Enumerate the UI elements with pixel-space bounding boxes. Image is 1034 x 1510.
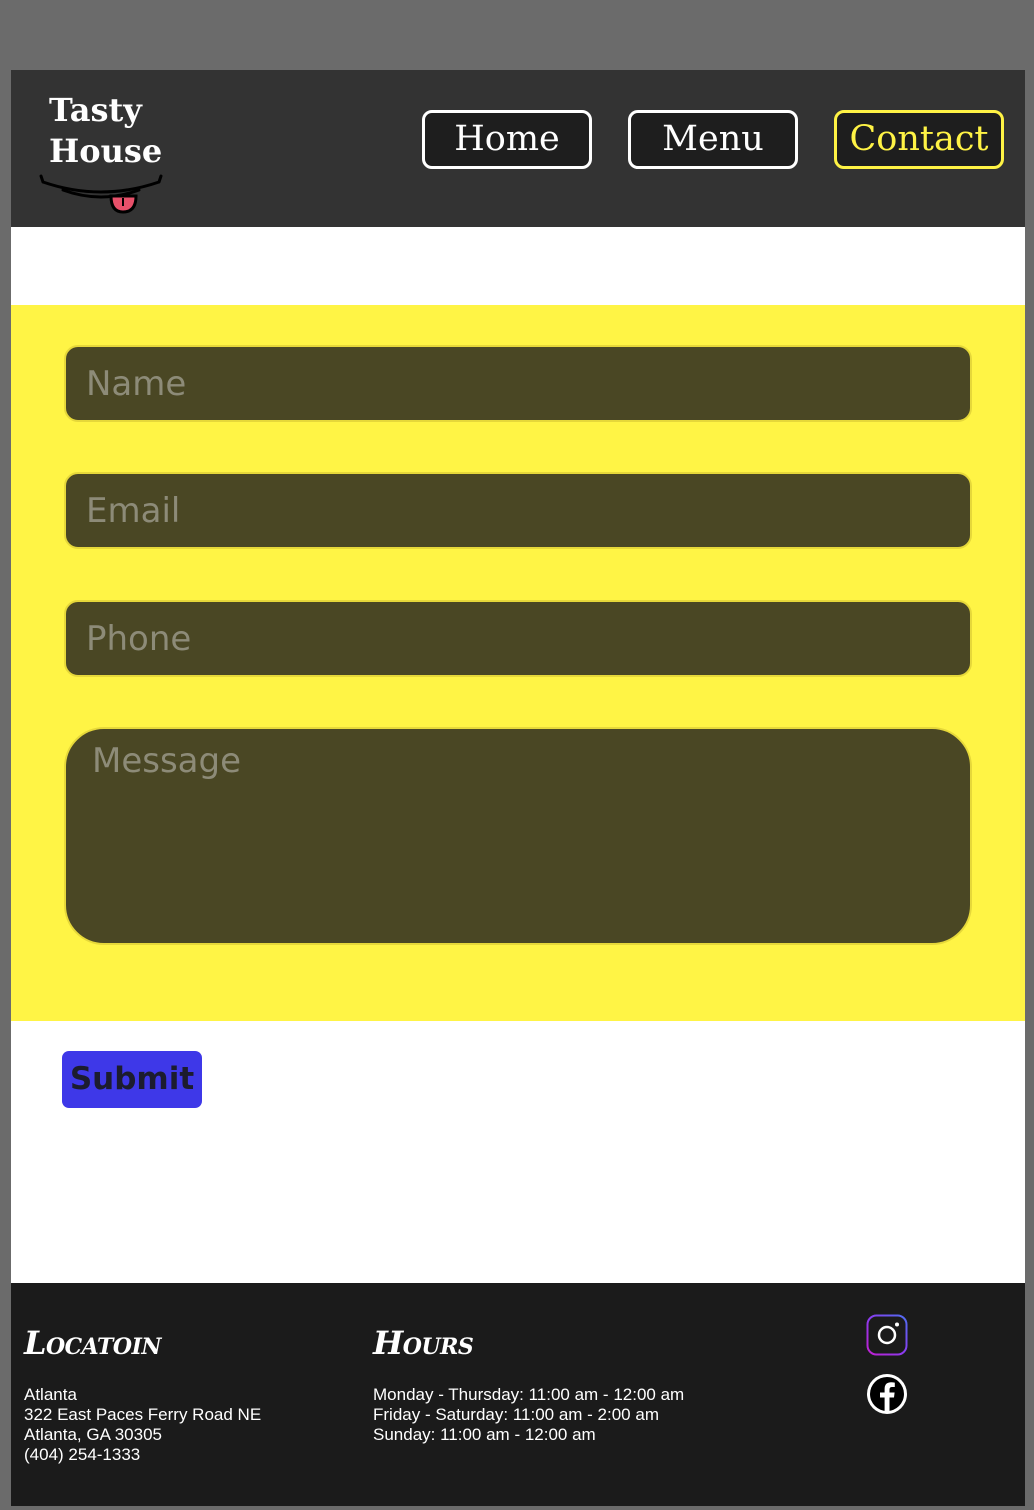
nav-home-button[interactable]: Home [422,110,592,169]
page: Tasty House Home Menu Contact Submit Loc… [11,70,1025,1506]
facebook-icon[interactable] [866,1373,908,1415]
contact-form [11,305,1025,1021]
email-input[interactable] [64,472,972,549]
hours-details: Monday - Thursday: 11:00 am - 12:00 am F… [373,1385,684,1445]
instagram-icon[interactable] [866,1314,908,1356]
location-line: (404) 254-1333 [24,1445,141,1464]
phone-input[interactable] [64,600,972,677]
location-details: Atlanta 322 East Paces Ferry Road NE Atl… [24,1385,261,1465]
hours-line: Monday - Thursday: 11:00 am - 12:00 am [373,1385,685,1404]
name-input[interactable] [64,345,972,422]
location-heading: Locatoin [24,1324,161,1362]
nav-menu-button[interactable]: Menu [628,110,798,169]
site-footer: Locatoin Atlanta 322 East Paces Ferry Ro… [11,1283,1025,1506]
logo-text: Tasty House [49,90,189,172]
submit-button[interactable]: Submit [62,1051,202,1108]
location-line: Atlanta [24,1385,77,1404]
nav-contact-button[interactable]: Contact [834,110,1004,169]
location-line: 322 East Paces Ferry Road NE [24,1405,262,1424]
logo-line1: Tasty [49,91,142,129]
tasty-house-logo[interactable]: Tasty House [39,90,169,220]
hours-line: Friday - Saturday: 11:00 am - 2:00 am [373,1405,659,1424]
message-textarea[interactable] [64,727,972,945]
smile-tongue-icon [39,174,163,214]
site-header: Tasty House Home Menu Contact [11,70,1025,227]
hours-line: Sunday: 11:00 am - 12:00 am [373,1425,596,1444]
hours-heading: Hours [373,1324,474,1362]
location-line: Atlanta, GA 30305 [24,1425,162,1444]
